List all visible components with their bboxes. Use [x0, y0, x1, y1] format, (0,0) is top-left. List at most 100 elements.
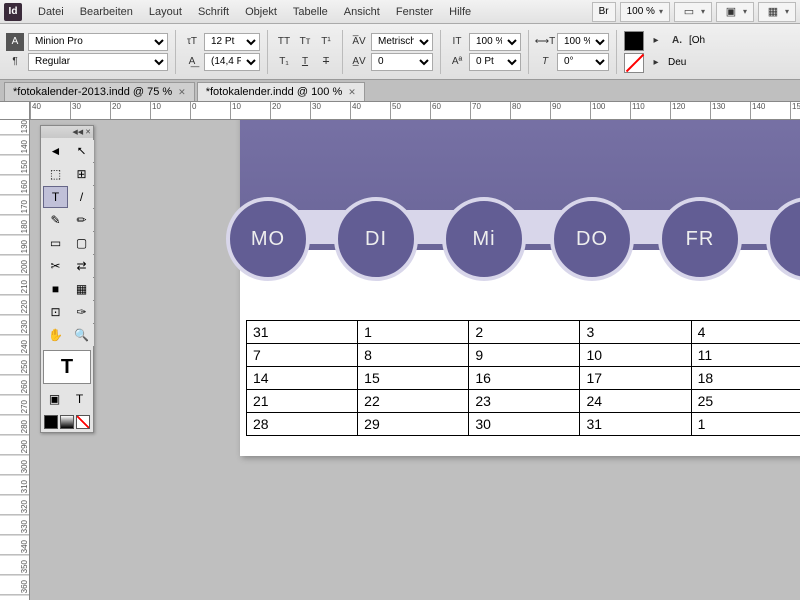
- rectangle-frame-tool[interactable]: ▭: [43, 232, 68, 254]
- rectangle-tool[interactable]: ▢: [69, 232, 94, 254]
- ruler-tick: 170: [0, 200, 29, 215]
- table-row: 789101112: [247, 344, 800, 367]
- gap-tool[interactable]: ⊞: [69, 163, 94, 185]
- scissors-tool[interactable]: ✂: [43, 255, 68, 277]
- zoom-tool[interactable]: 🔍: [69, 324, 94, 346]
- menu-help[interactable]: Hilfe: [441, 6, 479, 18]
- ruler-tick: 30: [70, 102, 81, 119]
- ruler-tick: 210: [0, 280, 29, 295]
- canvas-area[interactable]: MO DI Mi DO FR S 3112345 789101112 14151…: [30, 120, 800, 600]
- menu-view[interactable]: Ansicht: [336, 6, 388, 18]
- day-circle: MO: [226, 197, 310, 281]
- bridge-button[interactable]: Br: [592, 2, 616, 22]
- tracking-icon: A̲V: [350, 53, 368, 71]
- screen-mode-dropdown[interactable]: ▣: [716, 2, 754, 22]
- free-transform-tool[interactable]: ⇄: [69, 255, 94, 277]
- document-page[interactable]: MO DI Mi DO FR S 3112345 789101112 14151…: [240, 120, 800, 456]
- subscript-button[interactable]: T₁: [275, 53, 293, 71]
- ruler-tick: 260: [0, 380, 29, 395]
- menu-type[interactable]: Schrift: [190, 6, 237, 18]
- superscript-button[interactable]: T¹: [317, 33, 335, 51]
- font-style-dropdown[interactable]: Regular: [28, 53, 168, 71]
- menu-window[interactable]: Fenster: [388, 6, 441, 18]
- strike-button[interactable]: T: [317, 53, 335, 71]
- menu-object[interactable]: Objekt: [237, 6, 285, 18]
- menu-layout[interactable]: Layout: [141, 6, 190, 18]
- apply-color-button[interactable]: [44, 415, 58, 429]
- gradient-feather-tool[interactable]: ▦: [69, 278, 94, 300]
- hscale-dropdown[interactable]: 100 %: [557, 33, 609, 51]
- apply-gradient-button[interactable]: [60, 415, 74, 429]
- fill-swatch[interactable]: [624, 31, 644, 51]
- ruler-tick: 180: [0, 220, 29, 235]
- ruler-tick: 240: [0, 340, 29, 355]
- char-mode-button[interactable]: A: [6, 33, 24, 51]
- para-mode-button[interactable]: ¶: [6, 53, 24, 71]
- selection-tool[interactable]: ◄: [43, 140, 68, 162]
- line-tool[interactable]: /: [69, 186, 94, 208]
- skew-dropdown[interactable]: 0°: [557, 53, 609, 71]
- baseline-dropdown[interactable]: 0 Pt: [469, 53, 521, 71]
- horizontal-ruler[interactable]: 4030201001020304050607080901001101201301…: [0, 102, 800, 120]
- stroke-arrow-icon[interactable]: ▸: [647, 54, 665, 72]
- arrange-dropdown[interactable]: ▦: [758, 2, 796, 22]
- tools-panel[interactable]: ◀◀ ✕ ◄ ⭦ ⬚ ⊞ T / ✎ ✏ ▭ ▢ ✂ ⇄ ■ ▦ ⊡ ✑ ✋ 🔍…: [40, 125, 94, 433]
- ruler-tick: 100: [590, 102, 605, 119]
- format-text-button[interactable]: T: [68, 388, 91, 410]
- vscale-dropdown[interactable]: 100 %: [469, 33, 521, 51]
- ruler-tick: 30: [310, 102, 321, 119]
- skew-icon: T: [536, 53, 554, 71]
- ruler-tick: 130: [0, 120, 29, 135]
- menu-table[interactable]: Tabelle: [285, 6, 336, 18]
- ruler-tick: 340: [0, 540, 29, 555]
- hand-tool[interactable]: ✋: [43, 324, 68, 346]
- menu-edit[interactable]: Bearbeiten: [72, 6, 141, 18]
- ruler-tick: 80: [510, 102, 521, 119]
- leading-dropdown[interactable]: (14,4 Pt): [204, 53, 260, 71]
- fill-arrow-icon[interactable]: ▸: [647, 32, 665, 50]
- ruler-tick: 10: [230, 102, 241, 119]
- document-tab[interactable]: *fotokalender.indd @ 100 % ✕: [197, 82, 365, 101]
- calendar-table[interactable]: 3112345 789101112 141516171819 212223242…: [246, 320, 800, 436]
- fill-stroke-proxy[interactable]: T: [43, 350, 91, 384]
- underline-button[interactable]: T: [296, 53, 314, 71]
- close-icon[interactable]: ✕: [348, 87, 356, 98]
- direct-selection-tool[interactable]: ⭦: [69, 140, 94, 162]
- panel-header[interactable]: ◀◀ ✕: [41, 126, 93, 138]
- ruler-tick: 10: [150, 102, 161, 119]
- apply-none-button[interactable]: [76, 415, 90, 429]
- pen-tool[interactable]: ✎: [43, 209, 68, 231]
- ruler-tick: 110: [630, 102, 645, 119]
- day-circle: S: [766, 197, 800, 281]
- smallcaps-button[interactable]: Tᴛ: [296, 33, 314, 51]
- allcaps-button[interactable]: TT: [275, 33, 293, 51]
- ruler-tick: 120: [670, 102, 685, 119]
- pencil-tool[interactable]: ✏: [69, 209, 94, 231]
- tab-label: *fotokalender.indd @ 100 %: [206, 86, 343, 98]
- tracking-dropdown[interactable]: 0: [371, 53, 433, 71]
- eyedropper-tool[interactable]: ✑: [69, 301, 94, 323]
- format-container-button[interactable]: ▣: [43, 388, 66, 410]
- document-tab[interactable]: *fotokalender-2013.indd @ 75 %✕: [4, 82, 195, 101]
- view-mode-dropdown[interactable]: ▭: [674, 2, 712, 22]
- type-tool[interactable]: T: [43, 186, 68, 208]
- zoom-dropdown[interactable]: 100 %: [620, 2, 670, 22]
- menu-file[interactable]: Datei: [30, 6, 72, 18]
- stroke-swatch[interactable]: [624, 53, 644, 73]
- font-family-dropdown[interactable]: Minion Pro: [28, 33, 168, 51]
- arrange-icon: ▦: [765, 4, 781, 20]
- ruler-tick: 270: [0, 400, 29, 415]
- gradient-swatch-tool[interactable]: ■: [43, 278, 68, 300]
- ruler-tick: 140: [0, 140, 29, 155]
- ruler-tick: 190: [0, 240, 29, 255]
- close-icon[interactable]: ✕: [178, 87, 186, 98]
- charstyle-button[interactable]: A.: [668, 32, 686, 50]
- page-tool[interactable]: ⬚: [43, 163, 68, 185]
- day-circle: DI: [334, 197, 418, 281]
- note-tool[interactable]: ⊡: [43, 301, 68, 323]
- table-row: 141516171819: [247, 367, 800, 390]
- font-size-dropdown[interactable]: 12 Pt: [204, 33, 260, 51]
- kerning-dropdown[interactable]: Metrisch: [371, 33, 433, 51]
- document-tabs: *fotokalender-2013.indd @ 75 %✕ *fotokal…: [0, 80, 800, 102]
- vertical-ruler[interactable]: 1301401501601701801902002102202302402502…: [0, 120, 30, 600]
